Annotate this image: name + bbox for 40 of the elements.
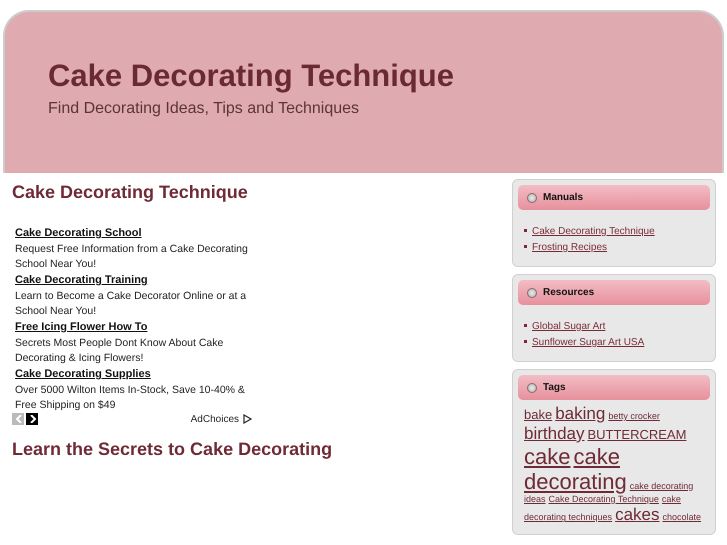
ad-link[interactable]: Cake Decorating Training [15,274,148,286]
tag-link[interactable]: ideas [524,494,546,504]
circle-icon [527,382,537,392]
next-button[interactable] [26,413,38,425]
ad-link[interactable]: Free Icing Flower How To [15,321,148,333]
tag-link[interactable]: Cake Decorating Technique [548,494,659,504]
widget-title: Tags [543,382,566,393]
tag-link[interactable]: decorating techniques [524,513,612,523]
play-icon [243,414,252,424]
ad-choices-link[interactable]: AdChoices [190,414,239,424]
section-heading: Learn the Secrets to Cake Decorating [12,439,334,460]
ad-text: Learn to Become a Cake Decorator Online or at a School Near You! [15,289,248,317]
widget-title: Resources [543,287,594,298]
circle-icon [527,192,537,202]
site-tagline: Find Decorating Ideas, Tips and Techniques [48,100,360,118]
sidebar-link[interactable]: Global Sugar Art [532,321,606,332]
ad-link[interactable]: Cake Decorating Supplies [15,368,151,380]
ad-link[interactable]: Cake Decorating School [15,227,142,239]
circle-icon [527,288,537,298]
tag-link[interactable]: cakes [615,506,660,524]
ad-text: Over 5000 Wilton Items In-Stock, Save 10-40% & Free Shipping on $49 [15,383,246,411]
tag-link[interactable]: betty crocker [608,412,660,422]
tag-link[interactable]: cake [573,444,620,468]
tag-link[interactable]: cake decorating [630,482,694,492]
ad-text: Secrets Most People Dont Know About Cake Decorating & Icing Flowers! [15,336,224,364]
tag-link[interactable]: bake [524,408,552,422]
page-title: Cake Decorating Technique [12,182,249,203]
widget-title: Manuals [543,192,584,203]
tag-link[interactable]: cake [662,494,681,504]
ad-text: Request Free Information from a Cake Decorating School Near You! [15,242,249,270]
tag-link[interactable]: chocolate [662,513,702,523]
sidebar-link[interactable]: Sunflower Sugar Art USA [532,337,644,348]
tag-link[interactable]: decorating [524,470,627,493]
tag-link[interactable]: baking [555,405,606,423]
sidebar-link[interactable]: Cake Decorating Technique [532,226,655,237]
tag-link[interactable]: birthday [524,424,584,443]
tag-link[interactable]: cake [524,444,570,468]
site-title[interactable]: Cake Decorating Technique [48,58,454,94]
sidebar-link[interactable]: Frosting Recipes [532,242,608,253]
tag-link[interactable]: BUTTERCREAM [587,428,686,442]
